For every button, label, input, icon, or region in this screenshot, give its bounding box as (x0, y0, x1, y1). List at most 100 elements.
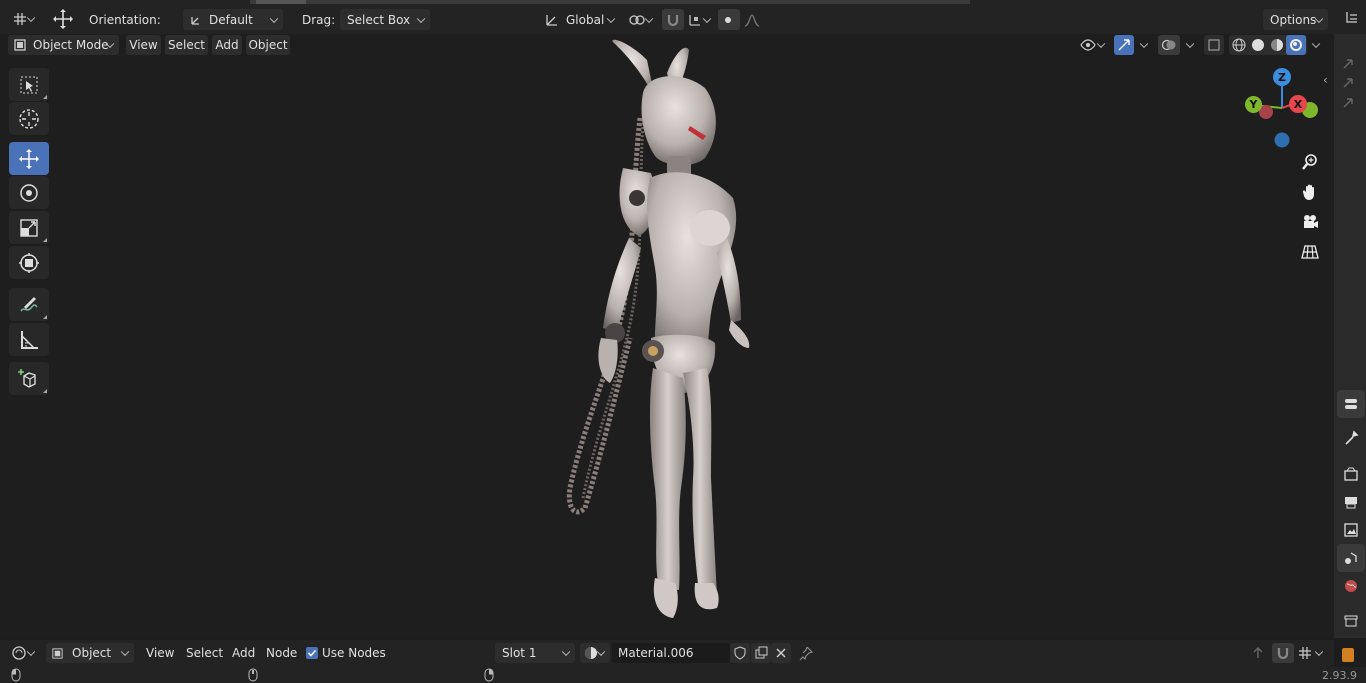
material-browse-button[interactable] (580, 643, 610, 663)
sidebar-collapse-chevron[interactable]: ‹ (1323, 73, 1328, 87)
pin-arrow-icon-3[interactable] (1341, 96, 1355, 110)
node-snap-toggle[interactable] (1272, 643, 1294, 663)
node-menu-node[interactable]: Node (266, 645, 297, 661)
gizmo-axis-y[interactable]: Y (1245, 96, 1262, 113)
material-name-field[interactable]: Material.006 (612, 643, 730, 663)
close-icon (775, 647, 787, 659)
parent-node-tree-icon[interactable] (1250, 645, 1266, 661)
viewport-menu-add[interactable]: Add (212, 35, 242, 55)
status-bar (0, 667, 1366, 683)
transform-tool-icon (12, 11, 28, 27)
world-properties-icon[interactable] (1337, 572, 1365, 600)
viewport-menu-view[interactable]: View (126, 35, 161, 55)
collection-properties-icon[interactable] (1337, 607, 1365, 635)
overlays-toggle[interactable] (1158, 35, 1180, 55)
render-properties-icon[interactable] (1337, 460, 1365, 488)
visibility-dropdown[interactable] (1076, 35, 1110, 55)
unlink-material-button[interactable] (771, 643, 791, 663)
shading-dropdown[interactable] (1307, 35, 1325, 55)
node-menu-select[interactable]: Select (186, 645, 223, 661)
shader-type-value: Object (72, 646, 112, 660)
shader-editor-icon (11, 645, 27, 661)
gizmo-axis-x[interactable]: X (1289, 95, 1307, 113)
xray-toggle[interactable] (1204, 35, 1224, 55)
select-box-tool[interactable] (9, 68, 49, 101)
add-cube-tool[interactable] (9, 362, 49, 395)
rendered-shading-icon[interactable] (1286, 35, 1306, 55)
snap-toggle[interactable] (662, 9, 684, 30)
transform-space-value: Global (566, 12, 605, 27)
pivot-icon (628, 13, 646, 27)
scene-properties-icon[interactable] (1337, 544, 1365, 572)
outliner-icon[interactable] (1344, 10, 1360, 26)
material-shading-icon[interactable] (1267, 35, 1286, 55)
fake-user-button[interactable] (730, 643, 750, 663)
duplicate-material-button[interactable] (751, 643, 771, 663)
use-nodes-checkbox[interactable] (306, 647, 318, 659)
drag-dropdown[interactable]: Select Box (340, 9, 430, 30)
ortho-grid-icon[interactable] (1296, 238, 1324, 266)
node-menu-view[interactable]: View (146, 645, 174, 661)
gizmo-dropdown[interactable] (1135, 35, 1153, 55)
overlays-dropdown[interactable] (1181, 35, 1199, 55)
node-snap-dropdown[interactable] (1296, 643, 1328, 663)
snap-target-dropdown[interactable] (686, 9, 716, 30)
annotate-tool[interactable] (9, 288, 49, 321)
properties-toggle-icon[interactable] (1337, 390, 1365, 418)
move-tool-header-icon[interactable] (51, 8, 75, 30)
orientation-icon (189, 13, 203, 27)
gizmo-toggle[interactable] (1114, 35, 1134, 55)
character-model[interactable] (555, 38, 765, 628)
pan-hand-icon[interactable] (1296, 178, 1324, 206)
zoom-icon[interactable] (1296, 148, 1324, 176)
tool-properties-icon[interactable] (1337, 424, 1365, 452)
transform-orientation-icon (544, 12, 560, 28)
solid-shading-icon[interactable] (1248, 35, 1267, 55)
material-name-value: Material.006 (618, 646, 694, 660)
transform-tool[interactable] (9, 246, 49, 279)
snap-grid-icon (688, 13, 702, 27)
viewport-menu-select[interactable]: Select (165, 35, 208, 55)
view-layer-properties-icon[interactable] (1337, 516, 1365, 544)
gizmo-arrow-icon (1117, 38, 1131, 52)
mouse-middle-icon (248, 668, 258, 682)
node-editor-type-button[interactable] (8, 643, 40, 663)
viewport-menu-object[interactable]: Object (246, 35, 290, 55)
mouse-left-icon (11, 668, 21, 682)
falloff-dropdown[interactable] (742, 9, 768, 30)
material-sphere-icon (584, 646, 598, 660)
active-workspace-tab[interactable] (256, 0, 306, 4)
wireframe-shading-icon[interactable] (1229, 35, 1248, 55)
proportional-edit-toggle[interactable] (718, 9, 740, 30)
orange-corner-icon[interactable] (1342, 648, 1354, 662)
object-mode-icon (13, 38, 27, 52)
pin-arrow-icon-1[interactable] (1341, 57, 1355, 71)
output-properties-icon[interactable] (1337, 488, 1365, 516)
eye-icon (1080, 38, 1096, 52)
slot-value: Slot 1 (502, 646, 537, 660)
node-magnet-icon (1275, 645, 1291, 661)
object-mode-dropdown[interactable]: Object Mode (8, 35, 119, 55)
move-tool[interactable] (9, 142, 49, 175)
magnet-icon (665, 12, 681, 28)
node-snap-grid-icon (1298, 646, 1312, 660)
gizmo-axis-z[interactable]: Z (1273, 68, 1291, 86)
options-dropdown[interactable]: Options (1263, 9, 1328, 30)
transform-orientation-dropdown[interactable]: Global (540, 9, 620, 30)
camera-view-icon[interactable] (1296, 208, 1324, 236)
pin-icon[interactable] (798, 645, 814, 661)
scale-tool[interactable] (9, 211, 49, 244)
cursor-tool[interactable] (9, 102, 49, 135)
measure-tool[interactable] (9, 323, 49, 356)
node-menu-add[interactable]: Add (232, 645, 255, 661)
orientation-dropdown[interactable]: Default (183, 9, 283, 30)
editor-type-button[interactable] (8, 8, 40, 30)
workspace-tabs-strip (250, 0, 970, 4)
pin-arrow-icon-2[interactable] (1341, 76, 1355, 90)
version-label: 2.93.9 (1322, 668, 1357, 682)
rotate-tool[interactable] (9, 176, 49, 209)
pivot-point-dropdown[interactable] (626, 9, 658, 30)
shader-type-dropdown[interactable]: Object (46, 643, 134, 663)
slot-dropdown[interactable]: Slot 1 (495, 643, 575, 663)
drag-label: Drag: (302, 13, 336, 27)
